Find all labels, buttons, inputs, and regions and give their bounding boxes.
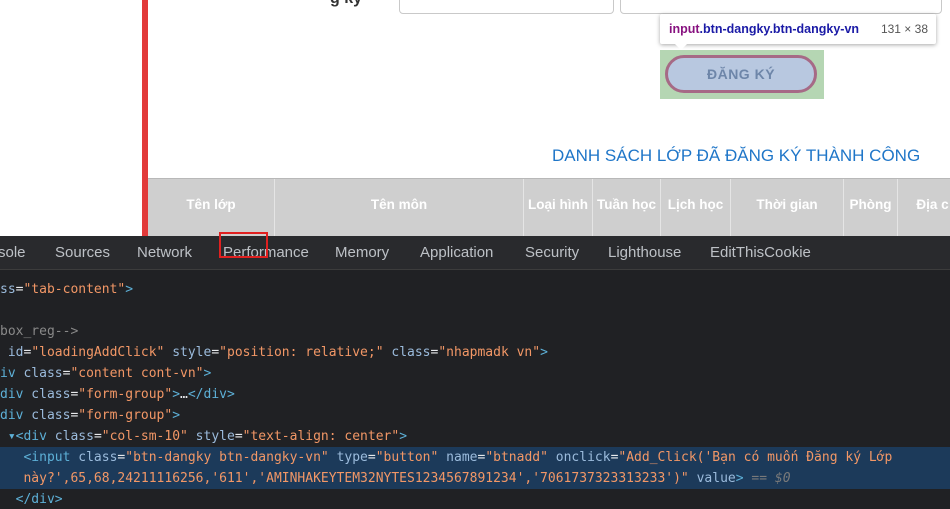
devtools-tab-bar: sole Sources Network Performance Memory …: [0, 236, 950, 270]
selected-dom-node-continued[interactable]: này?',65,68,24211116256,'611','AMINHAKEY…: [0, 468, 950, 489]
elements-dom-tree: ss="tab-content"> box_reg--> id="loading…: [0, 270, 950, 509]
dom-node[interactable]: div class="form-group">: [0, 405, 180, 426]
inspect-tooltip: input.btn-dangky.btn-dangky-vn 131 × 38: [660, 14, 936, 50]
tooltip-tag-name: input: [669, 22, 700, 36]
text-input[interactable]: [399, 0, 614, 14]
tab-sources[interactable]: Sources: [55, 244, 110, 261]
text-input[interactable]: [620, 0, 942, 14]
tab-memory[interactable]: Memory: [335, 244, 389, 261]
column-header-week: Tuần học: [593, 179, 661, 236]
tooltip-arrow: [674, 43, 688, 50]
tooltip-classes: .btn-dangky.btn-dangky-vn: [699, 22, 860, 36]
field-label: g ký: [330, 0, 362, 8]
dom-node[interactable]: ▾<div class="col-sm-10" style="text-alig…: [0, 426, 407, 447]
tab-application[interactable]: Application: [420, 244, 493, 261]
tab-lighthouse[interactable]: Lighthouse: [608, 244, 681, 261]
dom-node[interactable]: id="loadingAddClick" style="position: re…: [0, 342, 548, 363]
column-header-location: Địa c: [898, 179, 950, 236]
dom-node[interactable]: ss="tab-content">: [0, 279, 133, 300]
tab-console[interactable]: sole: [0, 244, 26, 261]
tooltip-element: input.btn-dangky.btn-dangky-vn: [669, 22, 859, 36]
dom-node[interactable]: iv class="content cont-vn">: [0, 363, 211, 384]
register-button[interactable]: ĐĂNG KÝ: [665, 55, 817, 93]
devtools-panel: sole Sources Network Performance Memory …: [0, 236, 950, 509]
annotation-red-box: [219, 232, 268, 258]
table-header: Tên lớp Tên môn Loại hình Tuần học Lịch …: [148, 178, 950, 236]
dom-node[interactable]: div class="form-group">…</div>: [0, 384, 235, 405]
tooltip-size: 131 × 38: [880, 22, 928, 36]
tab-editthiscookie[interactable]: EditThisCookie: [710, 244, 811, 261]
column-header-subject-name: Tên môn: [275, 179, 524, 236]
tab-network[interactable]: Network: [137, 244, 192, 261]
column-header-class-name: Tên lớp: [148, 179, 275, 236]
dom-comment[interactable]: box_reg-->: [0, 321, 78, 342]
screenshot: g ký ĐĂNG KÝ input.btn-dangky.btn-dangky…: [0, 0, 950, 509]
selected-dom-node[interactable]: <input class="btn-dangky btn-dangky-vn" …: [0, 447, 950, 468]
column-header-type: Loại hình: [524, 179, 593, 236]
column-header-room: Phòng: [844, 179, 898, 236]
tab-security[interactable]: Security: [525, 244, 579, 261]
registered-classes-title: DANH SÁCH LỚP ĐÃ ĐĂNG KÝ THÀNH CÔNG: [552, 146, 921, 165]
column-header-time: Thời gian: [731, 179, 844, 236]
dom-node[interactable]: </div>: [0, 489, 63, 509]
column-header-schedule: Lịch học: [661, 179, 731, 236]
web-page: g ký ĐĂNG KÝ input.btn-dangky.btn-dangky…: [0, 0, 950, 236]
